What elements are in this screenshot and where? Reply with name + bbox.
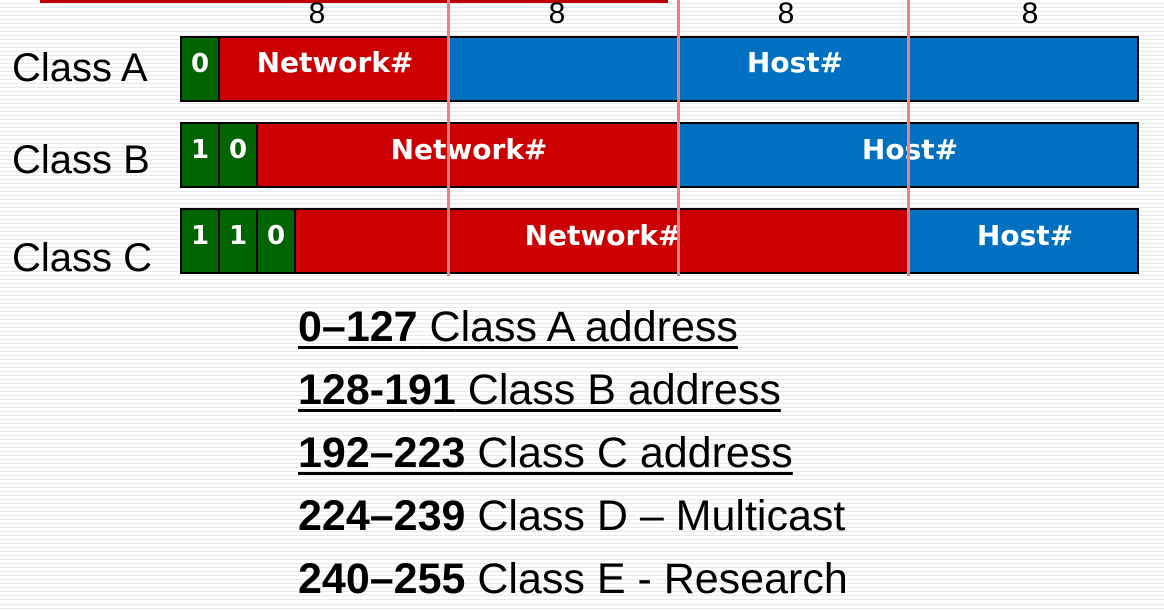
octet-label-3: 8 xyxy=(777,0,795,30)
range-description: Class D – Multicast xyxy=(465,492,846,540)
range-description: Class B address xyxy=(455,366,781,414)
class-b-bit-1: 1 xyxy=(182,124,220,186)
address-range-list: 0–127 Class A address 128-191 Class B ad… xyxy=(298,296,848,611)
range-value: 0–127 xyxy=(298,303,418,351)
range-description: Class A address xyxy=(417,303,738,351)
class-a-bit: 0 xyxy=(182,38,220,100)
byte-boundary-line-2 xyxy=(677,0,680,276)
class-a-bar: 0 Network# Host# xyxy=(180,36,1139,102)
class-c-bar: 1 1 0 Network# Host# xyxy=(180,208,1139,274)
byte-boundary-line-1 xyxy=(447,0,450,276)
class-b-network-label: Network# xyxy=(390,133,548,166)
class-b-label: Class B xyxy=(12,138,150,182)
range-row-class-d: 224–239 Class D – Multicast xyxy=(298,485,848,548)
class-c-bit-3: 0 xyxy=(258,210,296,272)
octet-label-2: 8 xyxy=(548,0,566,30)
range-value: 240–255 xyxy=(298,555,466,603)
class-c-bit-1: 1 xyxy=(182,210,220,272)
class-c-label: Class C xyxy=(12,236,153,280)
range-value: 192–223 xyxy=(298,429,466,477)
range-row-class-b: 128-191 Class B address xyxy=(298,359,848,422)
range-row-class-e: 240–255 Class E - Research xyxy=(298,548,848,611)
class-c-host-label: Host# xyxy=(976,219,1074,252)
octet-label-4: 8 xyxy=(1021,0,1039,30)
byte-boundary-line-3 xyxy=(907,0,910,276)
range-description: Class C address xyxy=(465,429,793,477)
class-a-network-label: Network# xyxy=(256,46,414,79)
range-value: 128-191 xyxy=(298,366,456,414)
class-a-host-label: Host# xyxy=(746,46,844,79)
range-value: 224–239 xyxy=(298,492,466,540)
range-description: Class E - Research xyxy=(465,555,848,603)
octet-label-1: 8 xyxy=(308,0,326,30)
class-c-network-label: Network# xyxy=(524,219,682,252)
class-c-bit-2: 1 xyxy=(220,210,258,272)
range-row-class-a: 0–127 Class A address xyxy=(298,296,848,359)
range-row-class-c: 192–223 Class C address xyxy=(298,422,848,485)
class-b-bit-2: 0 xyxy=(220,124,258,186)
class-b-bar: 1 0 Network# Host# xyxy=(180,122,1139,188)
class-a-label: Class A xyxy=(12,46,148,90)
